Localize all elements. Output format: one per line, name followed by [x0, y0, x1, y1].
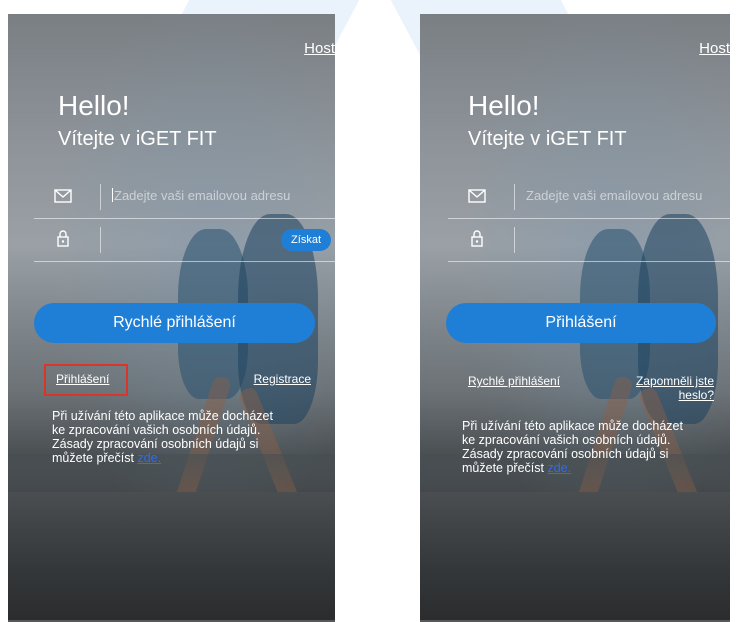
login-button[interactable]: Přihlášení: [446, 303, 716, 343]
email-field-row[interactable]: Zadejte vaši emailovou adresu: [448, 178, 730, 219]
highlight-box: [44, 364, 128, 396]
field-separator: [514, 227, 515, 253]
privacy-notice-text: Při užívání této aplikace může docházet …: [52, 409, 273, 465]
code-field-row[interactable]: Získat: [34, 221, 335, 262]
screenshot-canvas: Host Hello! Vítejte v iGET FIT Zadejte v…: [0, 0, 736, 622]
email-placeholder: Zadejte vaši emailovou adresu: [526, 188, 703, 203]
hello-heading: Hello!: [468, 90, 540, 121]
privacy-notice-text: Při užívání této aplikace může docházet …: [462, 419, 683, 475]
email-field-row[interactable]: Zadejte vaši emailovou adresu: [34, 178, 335, 219]
envelope-icon: [468, 189, 486, 203]
forgot-password-link[interactable]: Zapomněli jste heslo?: [614, 374, 714, 402]
field-separator: [100, 184, 101, 210]
lock-icon: [471, 230, 483, 247]
get-code-button[interactable]: Získat: [281, 229, 331, 251]
email-input[interactable]: Zadejte vaši emailovou adresu: [526, 188, 702, 203]
login-content: Host Hello! Vítejte v iGET FIT Zadejte v…: [8, 14, 335, 622]
privacy-notice: Při užívání této aplikace může docházet …: [462, 419, 692, 475]
host-link[interactable]: Host: [304, 40, 335, 57]
host-link[interactable]: Host: [699, 40, 730, 57]
welcome-subheading: Vítejte v iGET FIT: [58, 128, 217, 150]
phone-screen-password-login: Host Hello! Vítejte v iGET FIT Zadejte v…: [420, 14, 730, 622]
welcome-subheading: Vítejte v iGET FIT: [468, 128, 627, 150]
quick-login-link[interactable]: Rychlé přihlášení: [468, 374, 560, 388]
lock-icon: [57, 230, 69, 247]
login-content: Host Hello! Vítejte v iGET FIT Zadejte v…: [420, 14, 730, 622]
field-separator: [100, 227, 101, 253]
email-placeholder: Zadejte vaši emailovou adresu: [114, 188, 291, 203]
privacy-policy-link[interactable]: zde.: [547, 461, 571, 475]
password-field-row[interactable]: [448, 221, 730, 262]
privacy-policy-link[interactable]: zde.: [137, 451, 161, 465]
quick-login-button[interactable]: Rychlé přihlášení: [34, 303, 315, 343]
phone-screen-quick-login: Host Hello! Vítejte v iGET FIT Zadejte v…: [8, 14, 335, 622]
register-link[interactable]: Registrace: [254, 372, 311, 386]
email-input[interactable]: Zadejte vaši emailovou adresu: [112, 188, 290, 203]
text-caret: [112, 188, 113, 202]
hello-heading: Hello!: [58, 90, 130, 121]
envelope-icon: [54, 189, 72, 203]
privacy-notice: Při užívání této aplikace může docházet …: [52, 409, 282, 465]
field-separator: [514, 184, 515, 210]
